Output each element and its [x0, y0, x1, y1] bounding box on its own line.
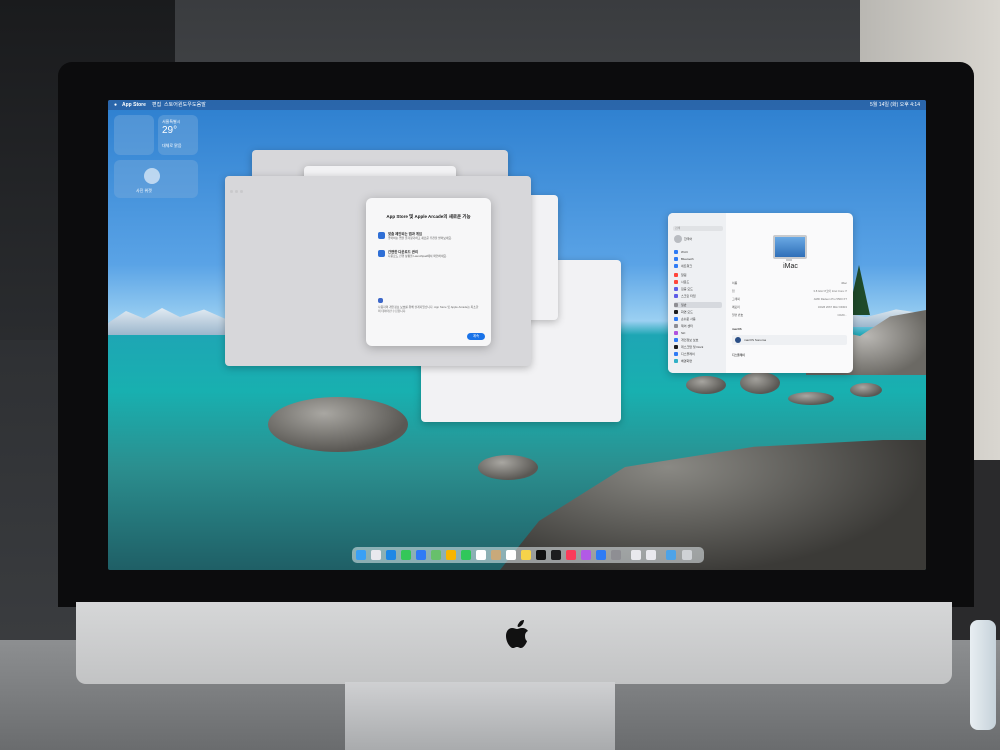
menu-clock[interactable]: 5월 14일 (화) 오후 4:14 — [870, 100, 920, 110]
sidebar-item-notifications[interactable]: 알림 — [674, 272, 722, 278]
weather-widget[interactable]: 서울특별시 29° 대체로 맑음 — [158, 115, 198, 155]
avatar[interactable] — [674, 235, 682, 243]
downloads-icon[interactable] — [666, 550, 676, 560]
messages-icon[interactable] — [401, 550, 411, 560]
continue-button[interactable]: 계속 — [467, 333, 485, 340]
dialog-title: App Store 및 Apple Arcade의 새로운 기능 — [386, 214, 471, 219]
macos-row: macOS Sonoma — [732, 335, 847, 345]
sidebar-item-accessibility[interactable]: 손쉬운 사용 — [674, 316, 722, 322]
menu-help[interactable]: 도움말 — [192, 100, 206, 110]
sidebar-item-wallpaper[interactable]: 배경화면 — [674, 358, 722, 364]
activity-icon[interactable] — [646, 550, 656, 560]
sidebar-item-control-center[interactable]: 제어 센터 — [674, 323, 722, 329]
facetime-icon[interactable] — [461, 550, 471, 560]
calendar-widget[interactable] — [114, 115, 154, 155]
settings-icon[interactable] — [611, 550, 621, 560]
window-controls[interactable] — [230, 180, 245, 198]
sidebar-item-sound[interactable]: 사운드 — [674, 279, 722, 285]
macos-icon — [735, 337, 741, 343]
contacts-icon[interactable] — [491, 550, 501, 560]
wallpaper-rock — [686, 376, 726, 394]
weather-note: 대체로 맑음 — [162, 143, 182, 148]
reminders-icon[interactable] — [506, 550, 516, 560]
apple-logo-icon — [506, 620, 528, 648]
sidebar-item-siri[interactable]: Siri — [674, 330, 722, 336]
wallpaper-rock — [478, 455, 538, 480]
maps-icon[interactable] — [431, 550, 441, 560]
spec-row: 칩 3.8 GHz 8코어 Intel Core i7 — [732, 289, 847, 293]
imac-icon — [773, 235, 807, 261]
display-section-label: 디스플레이 — [732, 353, 745, 357]
wallpaper-rock — [268, 397, 408, 452]
macos-name: macOS Sonoma — [744, 338, 767, 342]
sidebar-item-network[interactable]: 네트워크 — [674, 263, 722, 269]
photos-icon[interactable] — [446, 550, 456, 560]
appstore-icon[interactable] — [596, 550, 606, 560]
wallpaper-rock — [850, 383, 882, 397]
macos-section-label: macOS — [732, 327, 742, 331]
sidebar-item-displays[interactable]: 디스플레이 — [674, 351, 722, 357]
screen: ● App Store 편집 스토어 윈도우 도움말 5월 14일 (화) 오후… — [108, 100, 926, 570]
user-label: 한국어 — [684, 237, 693, 241]
whats-new-dialog: App Store 및 Apple Arcade의 새로운 기능 맞춤 제안되는… — [366, 198, 491, 346]
sidebar-item-wifi[interactable]: Wi-Fi — [674, 249, 722, 255]
menu-store[interactable]: 스토어 — [164, 100, 178, 110]
settings-sidebar: 검색 한국어 Wi-Fi Bluetooth 네트워크 알림 사운드 집중 모드… — [668, 213, 726, 373]
trash-icon[interactable] — [682, 550, 692, 560]
feature-2-desc: 다운로드 진행 상황을 Launchpad에서 확인하세요. — [388, 254, 447, 258]
wallpaper-mountains — [108, 308, 228, 335]
finder-icon[interactable] — [356, 550, 366, 560]
dock — [352, 547, 704, 563]
sidebar-item-desktop-dock[interactable]: 데스크탑 및 Dock — [674, 344, 722, 350]
sidebar-item-screen-time[interactable]: 스크린 타임 — [674, 293, 722, 299]
settings-search-input[interactable]: 검색 — [673, 226, 723, 231]
menu-app-name[interactable]: App Store — [122, 100, 146, 110]
weather-temp: 29° — [162, 125, 178, 136]
music-icon[interactable] — [566, 550, 576, 560]
imac-stand — [345, 682, 615, 750]
feature-1-desc: 좋아하는 앱을 즐겨찾기하고 새로운 추천을 받아보세요. — [388, 236, 452, 240]
spec-row: 메모리 32GB 2667 MHz DDR4 — [732, 305, 847, 309]
feature-download-icon — [378, 250, 385, 257]
feature-apps-icon — [378, 232, 385, 239]
sidebar-item-bluetooth[interactable]: Bluetooth — [674, 256, 722, 262]
safari-icon[interactable] — [386, 550, 396, 560]
sidebar-item-privacy[interactable]: 개인정보 보호 — [674, 337, 722, 343]
spec-row: 그래픽 AMD Radeon Pro 5500 XT — [732, 297, 847, 301]
tv-icon[interactable] — [536, 550, 546, 560]
spec-row: 이름 iMac — [732, 281, 847, 285]
imac: ● App Store 편집 스토어 윈도우 도움말 5월 14일 (화) 오후… — [58, 62, 974, 684]
sidebar-item-appearance[interactable]: 화면 모드 — [674, 309, 722, 315]
photo-widget-label: 사진 위젯 — [136, 188, 152, 193]
preview-icon[interactable] — [631, 550, 641, 560]
menu-bar: ● App Store 편집 스토어 윈도우 도움말 5월 14일 (화) 오후… — [108, 100, 926, 110]
notes-icon[interactable] — [521, 550, 531, 560]
podcasts-icon[interactable] — [581, 550, 591, 560]
wallpaper-rock — [788, 392, 834, 405]
sidebar-item-focus[interactable]: 집중 모드 — [674, 286, 722, 292]
dialog-privacy-text: 사용자의 개인정보 보호를 위해 설계되었습니다. App Store 및 Ap… — [378, 305, 479, 313]
launchpad-icon[interactable] — [371, 550, 381, 560]
spec-row: 일련 번호 C02D... — [732, 313, 847, 317]
menu-window[interactable]: 윈도우 — [178, 100, 192, 110]
sidebar-item-general[interactable]: 일반 — [674, 302, 722, 308]
apple-menu-icon[interactable]: ● — [114, 100, 117, 110]
photo-widget[interactable]: 사진 위젯 — [114, 160, 198, 198]
privacy-icon — [378, 298, 383, 303]
mail-icon[interactable] — [416, 550, 426, 560]
system-settings-window[interactable]: 검색 한국어 Wi-Fi Bluetooth 네트워크 알림 사운드 집중 모드… — [668, 213, 853, 373]
photo-widget-icon — [144, 168, 160, 184]
menu-edit[interactable]: 편집 — [152, 100, 161, 110]
calendar-icon[interactable] — [476, 550, 486, 560]
wallpaper-rock — [740, 372, 780, 394]
model-name: iMac — [783, 263, 798, 270]
appletv-icon[interactable] — [551, 550, 561, 560]
